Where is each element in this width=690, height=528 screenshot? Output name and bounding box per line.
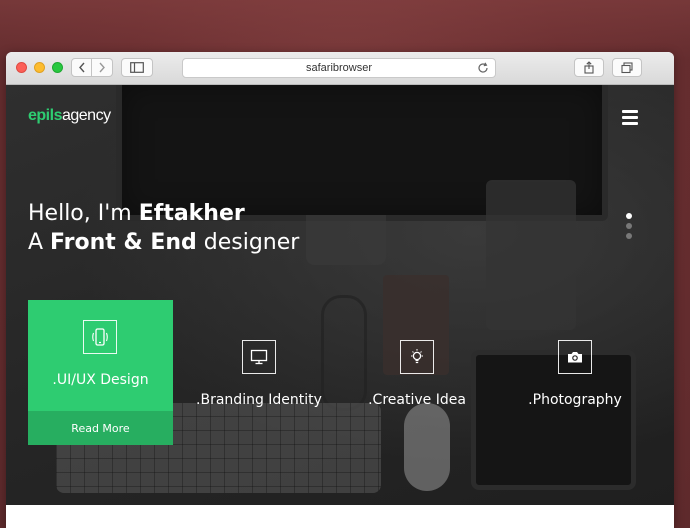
logo-part-1: epils — [28, 107, 62, 124]
service-label: .Branding Identity — [196, 392, 322, 408]
slider-dot[interactable] — [626, 233, 632, 239]
site-logo[interactable]: epilsagency — [28, 107, 111, 125]
service-label: .UI/UX Design — [52, 372, 149, 388]
camera-icon — [558, 340, 592, 374]
tabs-icon — [621, 61, 633, 73]
logo-part-2: agency — [61, 107, 111, 124]
minimize-window-button[interactable] — [34, 62, 45, 73]
mouse-photo — [404, 403, 450, 491]
headline-greeting: Hello, I'm — [28, 201, 139, 226]
tabs-overview-button[interactable] — [612, 58, 642, 77]
monitor-icon — [242, 340, 276, 374]
slider-dot[interactable] — [626, 223, 632, 229]
headline-suffix: designer — [196, 230, 300, 255]
slider-dots — [626, 213, 632, 243]
headline-name: Eftakher — [138, 201, 245, 226]
headline-article: A — [28, 230, 51, 255]
hamburger-menu-icon[interactable] — [622, 110, 638, 125]
sidebar-icon — [130, 62, 144, 73]
lightbulb-icon — [400, 340, 434, 374]
hero-section: epilsagency Hello, I'm Eftakher A Front … — [6, 85, 674, 505]
history-navigation — [71, 58, 113, 77]
chevron-right-icon — [99, 62, 105, 73]
browser-toolbar: safaribrowser — [6, 52, 674, 85]
zoom-window-button[interactable] — [52, 62, 63, 73]
share-button[interactable] — [574, 58, 604, 77]
headline-line-1: Hello, I'm Eftakher — [28, 199, 299, 228]
browser-window: safaribrowser epilsagency Hello, I'm Eft… — [6, 52, 674, 528]
back-button[interactable] — [71, 58, 92, 77]
slider-dot[interactable] — [626, 213, 632, 219]
monitor-stand-photo — [306, 215, 386, 265]
read-more-button[interactable]: Read More — [28, 411, 173, 445]
headline-line-2: A Front & End designer — [28, 228, 299, 257]
reload-icon[interactable] — [477, 62, 489, 74]
page-below-hero — [6, 505, 674, 528]
address-bar[interactable]: safaribrowser — [182, 58, 496, 78]
service-label: .Creative Idea — [368, 392, 466, 408]
service-card-photography[interactable]: .Photography — [500, 340, 650, 410]
service-card-branding[interactable]: .Branding Identity — [184, 340, 334, 410]
sidebar-toggle-button[interactable] — [121, 58, 153, 77]
share-icon — [584, 61, 594, 74]
mobile-icon — [83, 320, 117, 354]
headline-role: Front & End — [50, 230, 197, 255]
chevron-left-icon — [78, 62, 85, 73]
service-label: .Photography — [528, 392, 622, 408]
address-text: safaribrowser — [305, 62, 373, 74]
hero-headline: Hello, I'm Eftakher A Front & End design… — [28, 199, 299, 257]
service-card-creative[interactable]: .Creative Idea — [342, 340, 492, 410]
backdrop-blur — [0, 0, 690, 60]
forward-button[interactable] — [92, 58, 113, 77]
speaker-photo — [486, 180, 576, 330]
close-window-button[interactable] — [16, 62, 27, 73]
service-card-ui-ux[interactable]: .UI/UX Design Read More — [28, 300, 173, 445]
